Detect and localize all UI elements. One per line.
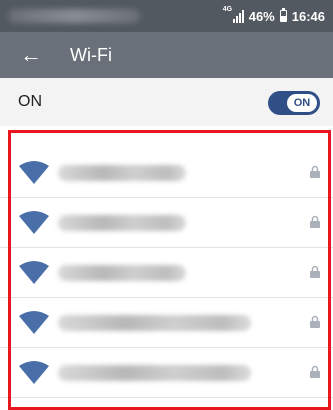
wifi-icon	[19, 261, 49, 284]
status-bar: 4G 46% 16:46	[0, 0, 333, 32]
battery-percent: 46%	[248, 8, 275, 24]
toggle-knob: ON	[287, 94, 317, 112]
wifi-icon	[19, 211, 49, 234]
network-ssid	[58, 365, 251, 381]
notification-icons-obscured	[8, 9, 140, 23]
battery-icon	[279, 8, 287, 22]
network-item[interactable]	[0, 198, 333, 248]
lock-icon	[310, 215, 320, 228]
network-item[interactable]	[0, 348, 333, 398]
network-ssid	[58, 215, 186, 231]
network-ssid	[58, 165, 186, 181]
network-list	[0, 134, 333, 398]
page-title: Wi-Fi	[70, 45, 112, 65]
lock-icon	[310, 165, 320, 178]
arrow-left-icon[interactable]: ←	[16, 40, 46, 70]
master-switch-label: ON	[18, 93, 42, 110]
wifi-icon	[19, 161, 49, 184]
lock-icon	[310, 365, 320, 378]
wifi-icon	[19, 311, 49, 334]
status-indicators: 4G 46% 16:46	[223, 0, 325, 32]
lock-icon	[310, 265, 320, 278]
signal-icon: 4G	[223, 6, 244, 23]
wifi-icon	[19, 361, 49, 384]
network-item[interactable]	[0, 248, 333, 298]
clock: 16:46	[291, 8, 325, 24]
lock-icon	[310, 315, 320, 328]
network-type: 4G	[222, 6, 233, 13]
network-ssid	[58, 265, 186, 281]
network-ssid	[58, 315, 251, 331]
wifi-master-switch-row[interactable]: ON ON	[0, 78, 333, 126]
wifi-toggle[interactable]: ON	[268, 91, 320, 115]
app-bar: ← Wi-Fi	[0, 32, 333, 78]
battery-fill	[280, 16, 286, 21]
network-item[interactable]	[0, 298, 333, 348]
network-item[interactable]	[0, 148, 333, 198]
